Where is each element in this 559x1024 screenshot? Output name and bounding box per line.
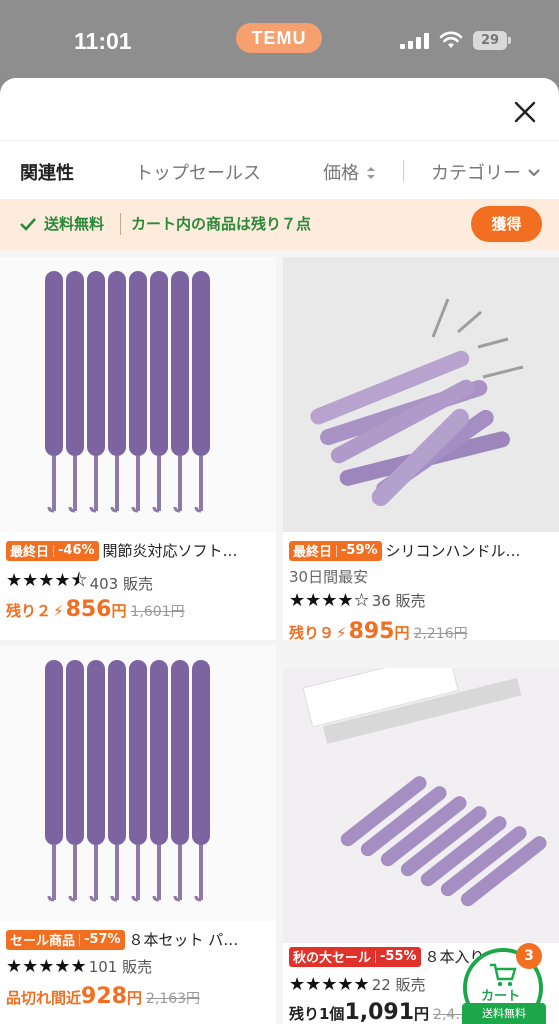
price: 895 [348,619,395,640]
sort-separator [403,160,404,182]
price: 1,091 [344,1000,415,1024]
rating-row: ★★★★⯪ 403 販売 [6,568,153,598]
chevron-down-icon [528,169,540,177]
sort-price-label: 価格 [323,163,359,184]
battery-icon: 29 [473,31,511,50]
rating-row: ★★★★☆ 36 販売 [289,590,426,611]
product-title: 関節炎対応ソフト… [102,542,238,560]
sort-top-sales[interactable]: トップセールス [135,159,261,185]
product-title: ８本セット パ… [128,931,239,949]
promo-free-shipping: 送料無料 [44,215,105,233]
badge-label: 最終日 [10,545,50,560]
sold-count: 101 販売 [88,958,153,976]
promo-separator [120,213,121,235]
check-icon [20,218,36,231]
lightning-icon: ⚡ [336,624,347,640]
discount: -55% [380,949,417,964]
product-badge-row: セール商品 -57% ８本セット パ… [6,929,238,950]
deal-badge: 秋の大セール -55% [289,946,421,967]
product-image [283,668,559,943]
deal-badge: 最終日 -59% [289,540,382,561]
app-pill[interactable]: TEMU [236,23,322,53]
status-time: 11:01 [74,28,132,54]
discount: -46% [58,543,95,558]
stock-label: 残り２ [6,602,52,620]
stock-label: 残り1個 [289,1005,345,1023]
star-rating-icon: ★★★★⯪ [6,570,88,591]
deal-badge: 最終日 -46% [6,540,99,561]
rating-row: ★★★★★ 101 販売 [6,956,152,977]
badge-label: 最終日 [293,545,333,560]
price: 856 [65,597,112,622]
sort-arrows-icon [366,167,375,179]
price-row: 残り２ ⚡ 856 円 1,601円 [6,597,185,622]
original-price: 2,216円 [413,626,468,640]
star-rating-icon: ★★★★★ [6,956,87,977]
filter-sheet: 関連性 トップセールス 価格 カテゴリー 送料無料 カート内の商品は残り７点 獲… [0,78,559,1024]
star-rating-icon: ★★★★☆ [289,590,370,611]
stock-label: 残り９ [289,624,335,640]
badge-label: セール商品 [10,934,76,949]
cellular-signal-icon [400,33,430,49]
price-row: 残り９ ⚡ 895 円 2,216円 [289,619,468,640]
sort-price[interactable]: 価格 [323,159,377,185]
price: 928 [81,984,127,1009]
product-badge-row: 最終日 -46% 関節炎対応ソフト… [6,540,238,561]
sort-bar: 関連性 トップセールス 価格 カテゴリー [0,141,559,199]
discount: -59% [341,543,378,558]
product-card[interactable]: 最終日 -59% シリコンハンドル… 30日間最安 ★★★★☆ 36 販売 残り９… [283,257,559,640]
sold-count: 403 販売 [89,574,153,593]
product-image [0,257,276,532]
cart-label: カート [481,989,521,1004]
close-icon[interactable] [511,98,539,126]
product-subtitle: 30日間最安 [289,568,369,586]
wifi-icon [439,31,463,48]
product-badge-row: 最終日 -59% シリコンハンドル… [289,540,521,561]
product-image [0,646,276,921]
original-price: 2,163円 [145,991,201,1007]
sort-category-label: カテゴリー [431,163,521,184]
original-price: 1,601円 [130,604,185,620]
sold-count: 36 販売 [371,592,426,610]
deal-badge: セール商品 -57% [6,929,125,950]
cart-count-badge: 3 [516,943,542,969]
product-card[interactable]: 最終日 -46% 関節炎対応ソフト… ★★★★⯪ 403 販売 残り２ ⚡ 856… [0,257,276,640]
price-row: 品切れ間近 928 円 2,163円 [6,984,200,1009]
discount: -57% [84,932,121,947]
price-row: 残り1個 1,091 円 2,4… [289,1000,469,1024]
product-image [283,257,559,532]
star-rating-icon: ★★★★★ [289,974,370,995]
lightning-icon: ⚡ [53,602,64,620]
currency: 円 [394,624,410,640]
sort-category[interactable]: カテゴリー [431,159,541,185]
product-card[interactable]: セール商品 -57% ８本セット パ… ★★★★★ 101 販売 品切れ間近 92… [0,646,276,1024]
promo-message: カート内の商品は残り７点 [131,215,312,233]
currency: 円 [126,989,142,1007]
stock-label: 品切れ間近 [6,989,82,1007]
rating-row: ★★★★★ 22 販売 [289,974,426,995]
sold-count: 22 販売 [371,976,426,994]
currency: 円 [111,602,127,620]
promo-get-button[interactable]: 獲得 [471,206,542,242]
cart-free-shipping: 送料無料 [462,1003,546,1024]
promo-banner: 送料無料 カート内の商品は残り７点 獲得 [0,199,559,249]
currency: 円 [414,1005,430,1023]
sort-relevance[interactable]: 関連性 [20,159,74,185]
status-bar: 11:01 TEMU 29 [0,0,559,78]
badge-label: 秋の大セール [293,951,372,966]
product-title: シリコンハンドル… [385,542,521,560]
product-grid: 最終日 -46% 関節炎対応ソフト… ★★★★⯪ 403 販売 残り２ ⚡ 856… [0,249,559,1024]
